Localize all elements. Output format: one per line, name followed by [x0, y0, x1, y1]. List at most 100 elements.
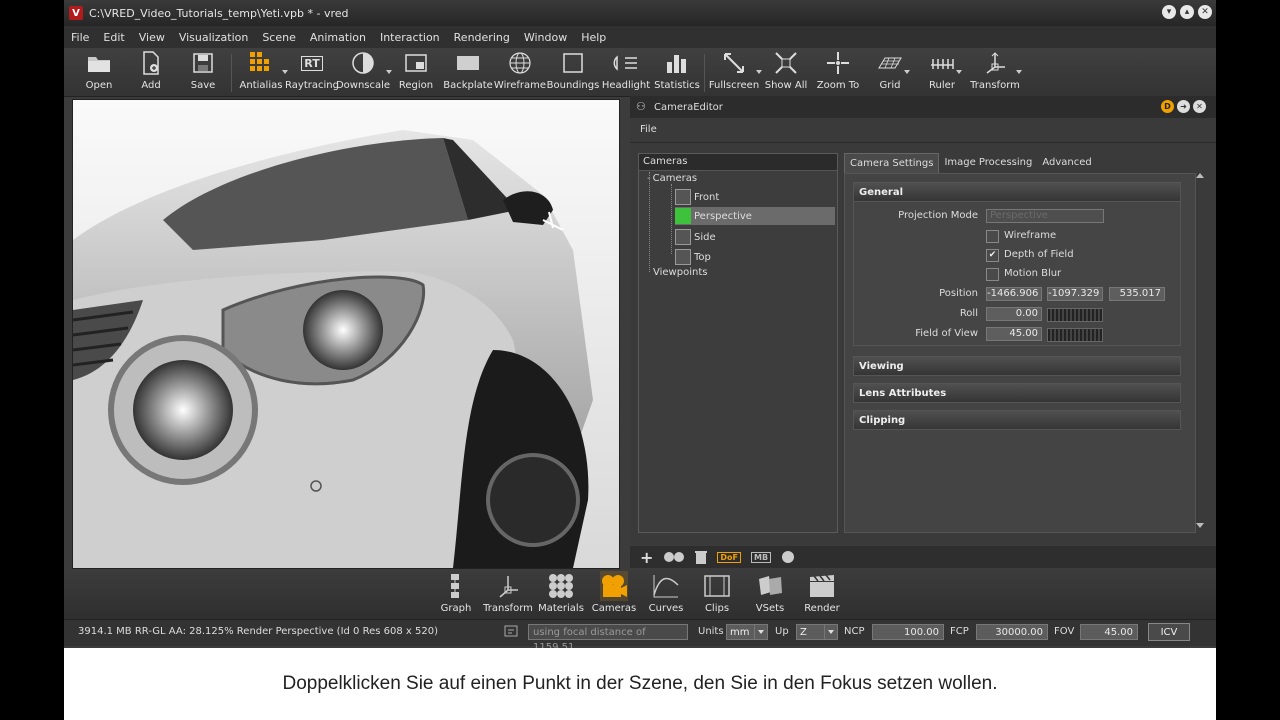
tree-item-front[interactable]: Front	[675, 189, 719, 205]
field-of-view-field[interactable]: 45.00	[986, 327, 1042, 341]
position-z-field[interactable]: 535.017	[1109, 287, 1165, 301]
menu-rendering[interactable]: Rendering	[447, 31, 517, 44]
roll-slider[interactable]	[1047, 308, 1103, 322]
depth-of-field-checkbox[interactable]: ✔	[986, 249, 999, 262]
module-graph[interactable]: Graph	[440, 571, 472, 614]
delete-trash-icon[interactable]	[695, 550, 708, 564]
tree-item-perspective[interactable]: Perspective	[675, 207, 835, 225]
module-materials[interactable]: Materials	[538, 571, 584, 614]
transform-icon	[495, 571, 521, 601]
window-title: C:\VRED_Video_Tutorials_temp\Yeti.vpb * …	[89, 6, 349, 20]
icv-button[interactable]: ICV	[1148, 623, 1190, 641]
module-vsets[interactable]: VSets	[752, 571, 788, 614]
menu-edit[interactable]: Edit	[96, 31, 131, 44]
downscale-button[interactable]: Downscale	[336, 48, 392, 96]
record-circle-icon[interactable]	[781, 550, 795, 564]
menu-animation[interactable]: Animation	[303, 31, 373, 44]
ruler-button[interactable]: Ruler	[926, 48, 962, 96]
dof-button[interactable]: DoF	[717, 551, 742, 563]
position-y-field[interactable]: -1097.329	[1047, 287, 1103, 301]
ncp-field[interactable]: 100.00	[872, 624, 944, 640]
tree-viewpoints[interactable]: Viewpoints	[653, 267, 707, 278]
menu-help[interactable]: Help	[574, 31, 613, 44]
up-label: Up	[775, 626, 789, 637]
stereo-camera-icon[interactable]	[663, 551, 685, 563]
module-transform[interactable]: Transform	[483, 571, 533, 614]
ncp-label: NCP	[844, 626, 865, 637]
fullscreen-button[interactable]: Fullscreen	[709, 48, 762, 96]
boundings-button[interactable]: Boundings	[547, 48, 599, 96]
active-camera-icon	[675, 208, 691, 224]
section-viewing[interactable]: Viewing	[853, 356, 1181, 376]
dock-icon[interactable]: D	[1161, 100, 1174, 113]
grid-button[interactable]: Grid	[874, 48, 910, 96]
clips-filmstrip-icon	[704, 571, 730, 601]
module-cameras[interactable]: Cameras	[592, 571, 636, 614]
units-select[interactable]: mm	[726, 624, 768, 640]
menu-window[interactable]: Window	[517, 31, 574, 44]
maximize-button[interactable]: ▴	[1180, 5, 1194, 19]
projection-mode-select[interactable]: Perspective	[986, 209, 1104, 223]
menu-view[interactable]: View	[132, 31, 172, 44]
headlight-button[interactable]: Headlight	[602, 48, 650, 96]
tree-root-cameras[interactable]: - Cameras	[647, 173, 697, 184]
save-button[interactable]: Save	[188, 48, 218, 96]
add-camera-icon[interactable]: +	[640, 548, 653, 567]
transform-button[interactable]: Transform	[970, 48, 1022, 96]
chevron-down-icon	[824, 625, 837, 639]
close-panel-icon[interactable]: ✕	[1193, 100, 1206, 113]
editor-file-menu[interactable]: File	[640, 124, 657, 135]
scroll-up-arrow-icon[interactable]	[1196, 173, 1204, 178]
tree-item-top[interactable]: Top	[675, 249, 711, 265]
float-arrow-icon[interactable]: ➜	[1177, 100, 1190, 113]
module-curves[interactable]: Curves	[646, 571, 686, 614]
antialias-button[interactable]: Antialias	[238, 48, 288, 96]
region-button[interactable]: Region	[398, 48, 434, 96]
tree-item-side[interactable]: Side	[675, 229, 716, 245]
section-general[interactable]: General	[853, 182, 1181, 202]
antialias-grid-icon	[249, 48, 273, 78]
chevron-down-icon	[754, 625, 767, 639]
section-lens-attributes[interactable]: Lens Attributes	[853, 383, 1181, 403]
raytracing-button[interactable]: RT Raytracing	[285, 48, 339, 96]
tab-advanced[interactable]: Advanced	[1037, 153, 1096, 173]
vsets-cards-icon	[756, 571, 784, 601]
section-clipping[interactable]: Clipping	[853, 410, 1181, 430]
menu-visualization[interactable]: Visualization	[172, 31, 255, 44]
menu-scene[interactable]: Scene	[255, 31, 303, 44]
fov-field[interactable]: 45.00	[1080, 624, 1138, 640]
show-all-button[interactable]: Show All	[765, 48, 807, 96]
backplate-button[interactable]: Backplate	[443, 48, 493, 96]
car-render-image	[73, 100, 619, 568]
add-button[interactable]: Add	[136, 48, 166, 96]
tab-camera-settings[interactable]: Camera Settings	[844, 153, 940, 174]
ruler-icon	[929, 48, 955, 78]
fcp-field[interactable]: 30000.00	[976, 624, 1048, 640]
wireframe-checkbox[interactable]	[986, 230, 999, 243]
fullscreen-arrows-icon	[722, 48, 746, 78]
menu-interaction[interactable]: Interaction	[373, 31, 447, 44]
render-viewport[interactable]	[72, 99, 620, 569]
up-axis-select[interactable]: Z	[796, 624, 838, 640]
statistics-button[interactable]: Statistics	[654, 48, 700, 96]
tab-image-processing[interactable]: Image Processing	[939, 153, 1037, 173]
motion-blur-checkbox[interactable]	[986, 268, 999, 281]
camera-tree-header: Cameras	[639, 154, 837, 171]
menu-file[interactable]: File	[64, 31, 96, 44]
minimize-button[interactable]: ▾	[1162, 5, 1176, 19]
zoom-to-button[interactable]: Zoom To	[817, 48, 859, 96]
open-button[interactable]: Open	[84, 48, 114, 96]
module-clips[interactable]: Clips	[700, 571, 734, 614]
wireframe-button[interactable]: Wireframe	[494, 48, 546, 96]
fov-label: FOV	[1054, 626, 1075, 637]
scroll-down-arrow-icon[interactable]	[1196, 523, 1204, 528]
module-render[interactable]: Render	[802, 571, 842, 614]
field-of-view-slider[interactable]	[1047, 328, 1103, 342]
grid-icon	[877, 48, 903, 78]
close-button[interactable]: ✕	[1198, 5, 1212, 19]
roll-field[interactable]: 0.00	[986, 307, 1042, 321]
curves-icon	[652, 571, 680, 601]
motion-blur-button[interactable]: MB	[751, 551, 772, 563]
add-file-icon	[141, 48, 161, 78]
position-x-field[interactable]: -1466.906	[986, 287, 1042, 301]
